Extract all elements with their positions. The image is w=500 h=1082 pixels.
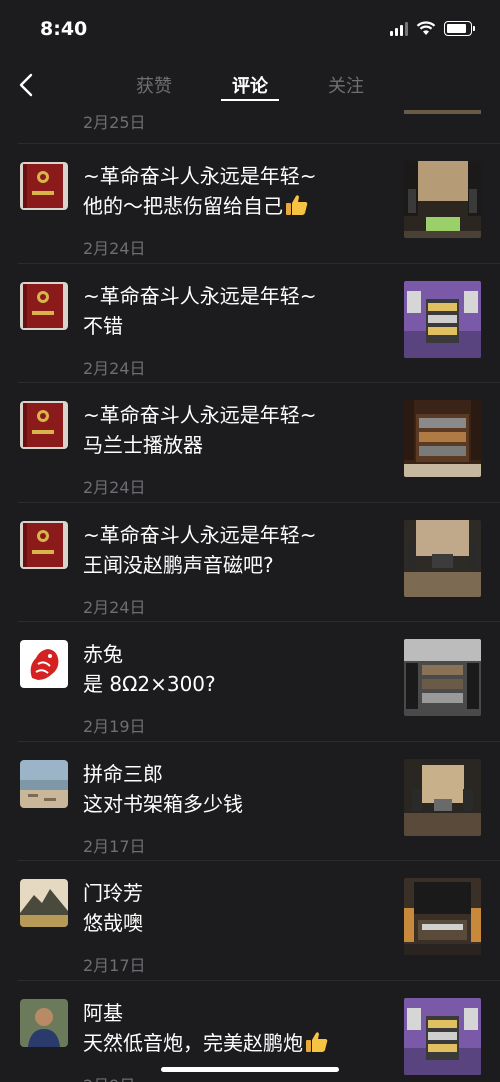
comment-text: 马兰士播放器 <box>83 433 203 457</box>
audio-rack-purple-image <box>404 998 481 1075</box>
commenter-name[interactable]: 赤兔 <box>83 638 123 667</box>
comment-date: 2月24日 <box>83 478 146 497</box>
comment-date: 2月17日 <box>83 837 146 856</box>
user-avatar[interactable] <box>20 401 68 449</box>
tab-bar: 获赞 评论 关注 <box>0 60 500 110</box>
user-avatar[interactable] <box>20 999 68 1047</box>
commenter-name[interactable]: ~革命奋斗人永远是年轻~ <box>83 280 317 309</box>
comment-text: 王闻没赵鹏声音磁吧? <box>83 553 274 577</box>
post-thumbnail[interactable] <box>404 639 481 716</box>
user-avatar[interactable] <box>20 282 68 330</box>
comment-list[interactable]: 2月25日 ~革命奋斗人永远是年轻~ 他的～把悲伤留给自己 2月24日 ~革命奋… <box>0 110 500 1082</box>
tab-comments[interactable]: 评论 <box>232 72 268 98</box>
comment-text: 这对书架箱多少钱 <box>83 792 243 816</box>
amp-stack-image <box>404 639 481 716</box>
comment-text: 不错 <box>83 314 123 338</box>
commenter-name[interactable]: 阿基 <box>83 997 123 1026</box>
nav-bar: 获赞 评论 关注 <box>0 60 500 110</box>
list-item[interactable]: ~革命奋斗人永远是年轻~ 王闻没赵鹏声音磁吧? 2月24日 <box>0 503 500 622</box>
comment-date: 2月17日 <box>83 956 146 975</box>
list-item[interactable]: 拼命三郎 这对书架箱多少钱 2月17日 <box>0 742 500 861</box>
list-item[interactable]: ~革命奋斗人永远是年轻~ 马兰士播放器 2月24日 <box>0 383 500 503</box>
user-avatar[interactable] <box>20 760 68 808</box>
battery-icon <box>444 20 475 36</box>
user-avatar[interactable] <box>20 879 68 927</box>
red-book-avatar-icon <box>20 282 68 330</box>
thumbs-up-icon <box>286 195 308 215</box>
comment-text: 天然低音炮，完美赵鹏炮 <box>83 1027 329 1056</box>
user-avatar[interactable] <box>20 521 68 569</box>
commenter-name[interactable]: ~革命奋斗人永远是年轻~ <box>83 160 317 189</box>
man-portrait-avatar-icon <box>20 999 68 1047</box>
post-thumbnail[interactable] <box>404 998 481 1075</box>
red-book-avatar-icon <box>20 521 68 569</box>
status-time: 8:40 <box>40 18 88 40</box>
post-thumbnail[interactable] <box>404 110 481 114</box>
active-tab-indicator <box>221 99 279 101</box>
home-indicator[interactable] <box>161 1067 339 1072</box>
post-thumbnail[interactable] <box>404 878 481 955</box>
commenter-name[interactable]: 门玲芳 <box>83 877 143 906</box>
audio-rack-purple-image <box>404 281 481 358</box>
beach-avatar-icon <box>20 760 68 808</box>
hifi-cabinet-image <box>404 400 481 477</box>
status-bar: 8:40 <box>0 0 500 60</box>
list-item[interactable]: 门玲芳 悠哉噢 2月17日 <box>0 861 500 981</box>
comment-date: 2月9日 <box>83 1072 135 1082</box>
commenter-name[interactable]: ~革命奋斗人永远是年轻~ <box>83 519 317 548</box>
list-item-partial[interactable]: 2月25日 <box>0 110 500 144</box>
comment-text-content: 天然低音炮，完美赵鹏炮 <box>83 1031 303 1055</box>
thumbs-up-icon <box>306 1032 328 1052</box>
post-thumbnail[interactable] <box>404 161 481 238</box>
comment-text: 是 8Ω2×300? <box>83 672 216 696</box>
comment-text: 悠哉噢 <box>83 911 143 935</box>
comment-date: 2月25日 <box>83 113 146 132</box>
comment-date: 2月19日 <box>83 717 146 736</box>
commenter-name[interactable]: 拼命三郎 <box>83 758 163 787</box>
status-icons <box>390 20 475 36</box>
comment-date: 2月24日 <box>83 598 146 617</box>
red-book-avatar-icon <box>20 401 68 449</box>
list-item[interactable]: ~革命奋斗人永远是年轻~ 他的～把悲伤留给自己 2月24日 <box>0 144 500 264</box>
post-thumbnail[interactable] <box>404 759 481 836</box>
tab-likes[interactable]: 获赞 <box>136 72 172 98</box>
bookshelf-speakers-image <box>404 759 481 836</box>
red-book-avatar-icon <box>20 162 68 210</box>
studio-room-image <box>404 520 481 597</box>
comment-text: 他的～把悲伤留给自己 <box>83 190 309 219</box>
cellular-signal-icon <box>390 20 408 36</box>
post-thumbnail[interactable] <box>404 400 481 477</box>
listening-room-image <box>404 161 481 238</box>
mountain-avatar-icon <box>20 879 68 927</box>
comment-date: 2月24日 <box>83 359 146 378</box>
comment-text-content: 他的～把悲伤留给自己 <box>83 194 283 218</box>
list-item[interactable]: ~革命奋斗人永远是年轻~ 不错 2月24日 <box>0 264 500 383</box>
red-horse-papercut-avatar-icon <box>20 640 68 688</box>
post-thumbnail[interactable] <box>404 520 481 597</box>
post-thumbnail[interactable] <box>404 281 481 358</box>
user-avatar[interactable] <box>20 162 68 210</box>
tab-follows[interactable]: 关注 <box>328 72 364 98</box>
wifi-icon <box>416 20 436 35</box>
comment-date: 2月24日 <box>83 239 146 258</box>
commenter-name[interactable]: ~革命奋斗人永远是年轻~ <box>83 399 317 428</box>
user-avatar[interactable] <box>20 640 68 688</box>
list-item[interactable]: 赤兔 是 8Ω2×300? 2月19日 <box>0 622 500 742</box>
tv-room-image <box>404 878 481 955</box>
